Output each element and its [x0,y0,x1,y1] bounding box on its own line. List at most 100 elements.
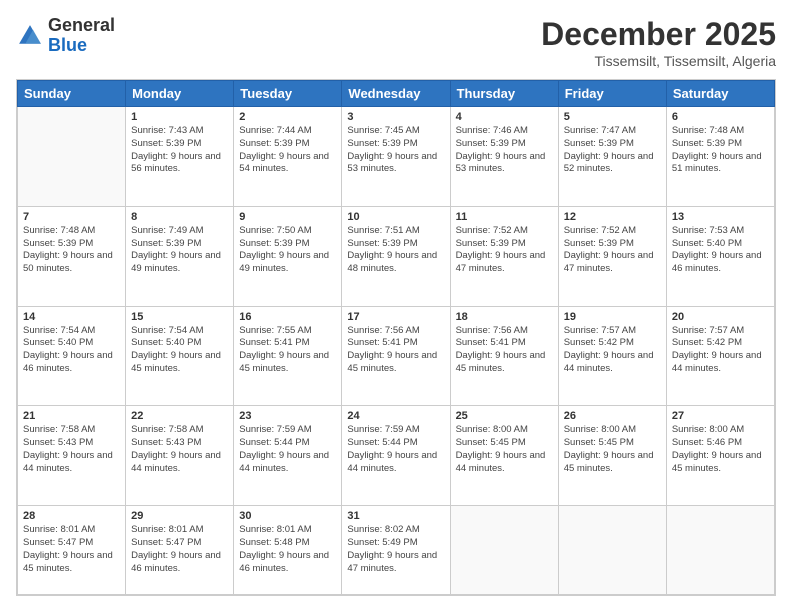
daylight-label: Daylight: 9 hours and 44 minutes. [347,450,437,474]
day-cell: 15 Sunrise: 7:54 AM Sunset: 5:40 PM Dayl… [126,306,234,406]
day-info: Sunrise: 7:44 AM Sunset: 5:39 PM Dayligh… [239,125,336,176]
week-row-4: 21 Sunrise: 7:58 AM Sunset: 5:43 PM Dayl… [18,406,775,506]
sunrise-label: Sunrise: 7:49 AM [131,225,203,236]
sunset-label: Sunset: 5:48 PM [239,537,309,548]
daylight-label: Daylight: 9 hours and 44 minutes. [23,450,113,474]
col-wednesday: Wednesday [342,81,450,107]
daylight-label: Daylight: 9 hours and 44 minutes. [239,450,329,474]
day-info: Sunrise: 7:54 AM Sunset: 5:40 PM Dayligh… [131,325,228,376]
daylight-label: Daylight: 9 hours and 45 minutes. [131,350,221,374]
daylight-label: Daylight: 9 hours and 48 minutes. [347,250,437,274]
day-cell: 8 Sunrise: 7:49 AM Sunset: 5:39 PM Dayli… [126,206,234,306]
day-info: Sunrise: 7:55 AM Sunset: 5:41 PM Dayligh… [239,325,336,376]
day-cell: 7 Sunrise: 7:48 AM Sunset: 5:39 PM Dayli… [18,206,126,306]
daylight-label: Daylight: 9 hours and 45 minutes. [564,450,654,474]
day-number: 16 [239,311,336,323]
sunset-label: Sunset: 5:39 PM [456,138,526,149]
sunset-label: Sunset: 5:45 PM [456,437,526,448]
day-info: Sunrise: 7:53 AM Sunset: 5:40 PM Dayligh… [672,225,769,276]
day-info: Sunrise: 8:01 AM Sunset: 5:47 PM Dayligh… [131,524,228,575]
day-number: 11 [456,211,553,223]
day-info: Sunrise: 8:02 AM Sunset: 5:49 PM Dayligh… [347,524,444,575]
day-cell: 26 Sunrise: 8:00 AM Sunset: 5:45 PM Dayl… [558,406,666,506]
day-info: Sunrise: 7:51 AM Sunset: 5:39 PM Dayligh… [347,225,444,276]
day-cell: 21 Sunrise: 7:58 AM Sunset: 5:43 PM Dayl… [18,406,126,506]
sunrise-label: Sunrise: 7:53 AM [672,225,744,236]
day-cell: 22 Sunrise: 7:58 AM Sunset: 5:43 PM Dayl… [126,406,234,506]
daylight-label: Daylight: 9 hours and 44 minutes. [672,350,762,374]
col-monday: Monday [126,81,234,107]
col-sunday: Sunday [18,81,126,107]
sunset-label: Sunset: 5:39 PM [131,238,201,249]
day-cell: 23 Sunrise: 7:59 AM Sunset: 5:44 PM Dayl… [234,406,342,506]
day-info: Sunrise: 7:48 AM Sunset: 5:39 PM Dayligh… [23,225,120,276]
day-info: Sunrise: 7:56 AM Sunset: 5:41 PM Dayligh… [456,325,553,376]
day-number: 2 [239,111,336,123]
day-info: Sunrise: 7:43 AM Sunset: 5:39 PM Dayligh… [131,125,228,176]
daylight-label: Daylight: 9 hours and 56 minutes. [131,151,221,175]
daylight-label: Daylight: 9 hours and 44 minutes. [564,350,654,374]
daylight-label: Daylight: 9 hours and 46 minutes. [23,350,113,374]
daylight-label: Daylight: 9 hours and 52 minutes. [564,151,654,175]
daylight-label: Daylight: 9 hours and 49 minutes. [131,250,221,274]
day-info: Sunrise: 7:47 AM Sunset: 5:39 PM Dayligh… [564,125,661,176]
sunset-label: Sunset: 5:46 PM [672,437,742,448]
daylight-label: Daylight: 9 hours and 46 minutes. [131,550,221,574]
sunrise-label: Sunrise: 8:01 AM [131,524,203,535]
week-row-2: 7 Sunrise: 7:48 AM Sunset: 5:39 PM Dayli… [18,206,775,306]
sunrise-label: Sunrise: 7:43 AM [131,125,203,136]
logo-icon [16,22,44,50]
day-cell: 1 Sunrise: 7:43 AM Sunset: 5:39 PM Dayli… [126,107,234,207]
day-cell: 11 Sunrise: 7:52 AM Sunset: 5:39 PM Dayl… [450,206,558,306]
page: General Blue December 2025 Tissemsilt, T… [0,0,792,612]
logo: General Blue [16,16,115,56]
day-info: Sunrise: 7:59 AM Sunset: 5:44 PM Dayligh… [347,424,444,475]
sunrise-label: Sunrise: 8:01 AM [239,524,311,535]
day-number: 12 [564,211,661,223]
day-number: 1 [131,111,228,123]
daylight-label: Daylight: 9 hours and 50 minutes. [23,250,113,274]
sunrise-label: Sunrise: 7:44 AM [239,125,311,136]
day-number: 19 [564,311,661,323]
day-cell [450,506,558,595]
day-number: 14 [23,311,120,323]
daylight-label: Daylight: 9 hours and 44 minutes. [131,450,221,474]
col-saturday: Saturday [666,81,774,107]
daylight-label: Daylight: 9 hours and 46 minutes. [239,550,329,574]
sunrise-label: Sunrise: 7:48 AM [23,225,95,236]
sunrise-label: Sunrise: 7:59 AM [239,424,311,435]
sunrise-label: Sunrise: 7:56 AM [347,325,419,336]
sunset-label: Sunset: 5:39 PM [239,238,309,249]
sunrise-label: Sunrise: 7:48 AM [672,125,744,136]
daylight-label: Daylight: 9 hours and 53 minutes. [456,151,546,175]
sunrise-label: Sunrise: 7:46 AM [456,125,528,136]
day-number: 18 [456,311,553,323]
sunset-label: Sunset: 5:43 PM [131,437,201,448]
title-section: December 2025 Tissemsilt, Tissemsilt, Al… [541,16,776,69]
sunset-label: Sunset: 5:45 PM [564,437,634,448]
day-info: Sunrise: 7:49 AM Sunset: 5:39 PM Dayligh… [131,225,228,276]
day-cell [666,506,774,595]
sunrise-label: Sunrise: 7:58 AM [131,424,203,435]
calendar-table: Sunday Monday Tuesday Wednesday Thursday… [17,80,775,595]
sunrise-label: Sunrise: 7:57 AM [564,325,636,336]
day-info: Sunrise: 7:48 AM Sunset: 5:39 PM Dayligh… [672,125,769,176]
sunset-label: Sunset: 5:39 PM [672,138,742,149]
day-number: 30 [239,510,336,522]
sunrise-label: Sunrise: 7:58 AM [23,424,95,435]
daylight-label: Daylight: 9 hours and 46 minutes. [672,250,762,274]
daylight-label: Daylight: 9 hours and 45 minutes. [347,350,437,374]
day-info: Sunrise: 7:52 AM Sunset: 5:39 PM Dayligh… [456,225,553,276]
col-friday: Friday [558,81,666,107]
sunrise-label: Sunrise: 7:50 AM [239,225,311,236]
header: General Blue December 2025 Tissemsilt, T… [16,16,776,69]
sunset-label: Sunset: 5:39 PM [564,138,634,149]
day-info: Sunrise: 7:58 AM Sunset: 5:43 PM Dayligh… [131,424,228,475]
sunset-label: Sunset: 5:39 PM [347,138,417,149]
day-number: 23 [239,410,336,422]
sunrise-label: Sunrise: 7:59 AM [347,424,419,435]
day-number: 17 [347,311,444,323]
sunset-label: Sunset: 5:42 PM [672,337,742,348]
day-info: Sunrise: 8:00 AM Sunset: 5:46 PM Dayligh… [672,424,769,475]
sunset-label: Sunset: 5:41 PM [239,337,309,348]
